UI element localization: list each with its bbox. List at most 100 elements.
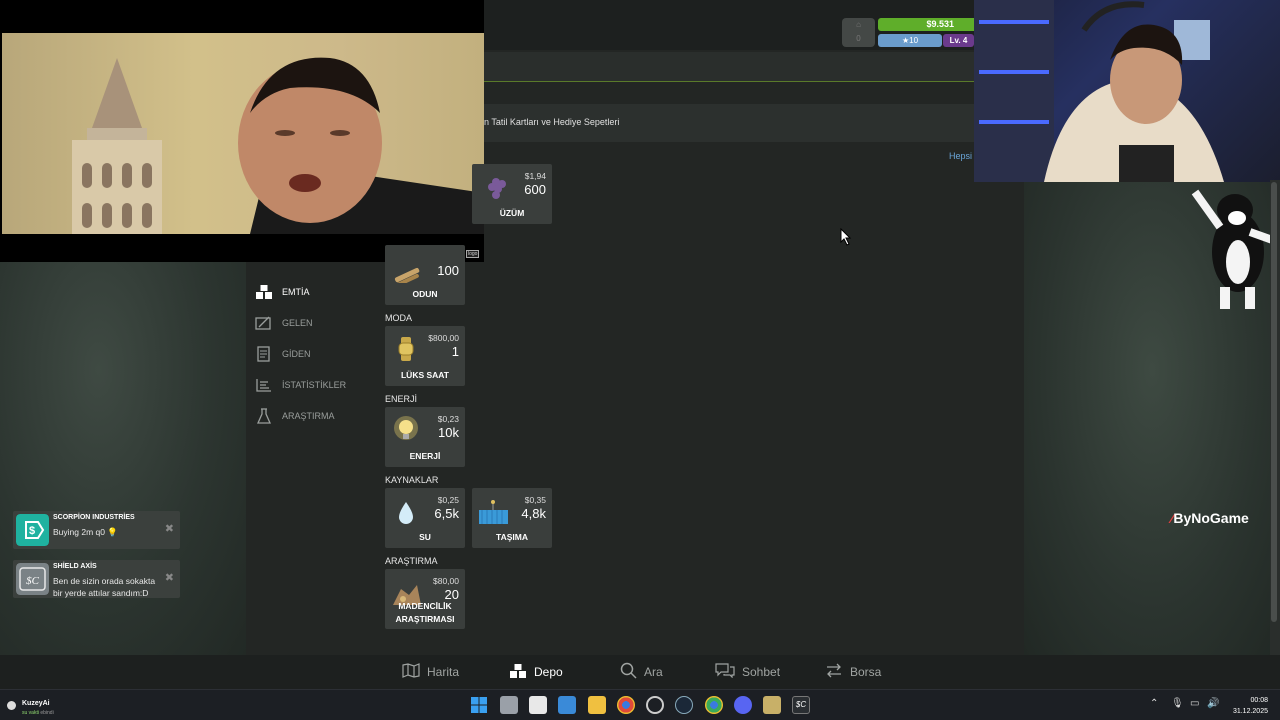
notification-title: SHİELD AXİS <box>53 563 97 570</box>
chrome-profile-icon[interactable] <box>705 696 723 714</box>
sidebar-item-gelen[interactable]: GELEN <box>254 307 374 338</box>
chrome-icon[interactable] <box>617 696 635 714</box>
close-icon[interactable]: ✖ <box>165 522 174 535</box>
card-label: ÜZÜM <box>499 208 525 218</box>
card-price: $0,23 <box>437 414 459 424</box>
chat-icon <box>715 663 735 681</box>
card-su[interactable]: $0,25 6,5k SU <box>385 488 465 548</box>
warehouse-sidebar: EMTİA GELEN GİDEN İSTATİSTİKLER ARAŞTIRM… <box>254 276 374 431</box>
media-player-icon[interactable] <box>763 696 781 714</box>
sidebar-item-giden[interactable]: GİDEN <box>254 338 374 369</box>
taskbar-user-status-main: su vakti <box>22 710 39 716</box>
file-explorer-icon[interactable] <box>588 696 606 714</box>
svg-text:$C: $C <box>26 575 40 587</box>
card-label: TAŞIMA <box>496 532 528 542</box>
scrollbar-thumb[interactable] <box>1271 182 1277 622</box>
sidebar-item-istatistikler[interactable]: İSTATİSTİKLER <box>254 369 374 400</box>
wood-icon <box>394 267 420 283</box>
card-luks-saat[interactable]: $800,00 1 LÜKS SAAT <box>385 326 465 386</box>
flask-icon <box>254 406 274 426</box>
boxes-icon <box>509 663 527 682</box>
game-app-icon[interactable]: $C <box>792 696 810 714</box>
cat-sticker <box>1191 189 1280 309</box>
card-madencilik-arastirmasi[interactable]: $80,00 20 MADENCİLİK ARAŞTIRMASI <box>385 569 465 629</box>
mouse-cursor-icon <box>840 228 852 246</box>
windows-taskbar: KuzeyAi su vakti ebindi $C ⌃ 🎙 ▭ 🔊 00:08… <box>0 689 1280 720</box>
card-qty: 600 <box>524 182 546 197</box>
water-drop-icon <box>399 502 413 524</box>
photos-icon[interactable] <box>558 696 576 714</box>
clock-time: 00:08 <box>1250 697 1268 704</box>
sidebar-item-emtia[interactable]: EMTİA <box>254 276 374 307</box>
card-label-line-2: ARAŞTIRMASI <box>395 614 455 624</box>
taskbar-user-status-suffix: ebindi <box>40 710 54 716</box>
sidebar-label-arastirma: ARAŞTIRMA <box>282 410 335 421</box>
close-icon[interactable]: ✖ <box>165 571 174 584</box>
nav-harita[interactable]: Harita <box>402 655 459 689</box>
navigation-strip <box>484 52 974 82</box>
notification-text-line-2: bir yerde attılar sandım:D <box>53 588 149 598</box>
task-view-icon[interactable] <box>500 696 518 714</box>
card-price: $1,94 <box>524 171 546 181</box>
section-title-moda: MODA <box>385 313 412 323</box>
card-qty: 1 <box>451 344 459 359</box>
lightbulb-icon <box>394 416 418 440</box>
notification-scorpion[interactable]: $ SCORPİON INDUSTRİES Buying 2m q0 💡 ✖ <box>13 511 180 549</box>
card-price: $80,00 <box>433 576 459 586</box>
category-subtitle: n Tatil Kartları ve Hediye Sepetleri <box>484 117 620 127</box>
clock-date: 31.12.2025 <box>1232 708 1268 715</box>
widget-icon[interactable] <box>7 701 16 710</box>
card-price: $800,00 <box>428 333 459 343</box>
steam-icon[interactable] <box>675 696 693 714</box>
exchange-icon <box>825 663 843 681</box>
taskbar-user: KuzeyAi <box>22 700 50 707</box>
dollar-tag-icon: $ <box>16 514 49 546</box>
nav-depo-label: Depo <box>534 665 563 679</box>
obs-icon[interactable] <box>646 696 664 714</box>
card-label-line-1: MADENCİLİK <box>398 601 452 611</box>
nav-borsa[interactable]: Borsa <box>825 655 881 689</box>
microphone-icon[interactable]: 🎙 <box>1171 698 1184 709</box>
view-all-link[interactable]: Hepsi <box>949 151 972 161</box>
video-frame <box>2 33 484 234</box>
card-enerji[interactable]: $0,23 10k ENERJİ <box>385 407 465 467</box>
card-odun[interactable]: 100 ODUN <box>385 245 465 305</box>
nav-ara[interactable]: Ara <box>620 655 663 689</box>
notification-text: Buying 2m q0 💡 <box>53 527 118 537</box>
volume-icon[interactable]: 🔊 <box>1207 698 1219 709</box>
sidebar-label-emtia: EMTİA <box>282 286 310 297</box>
notification-text: Ben de sizin orada sokakta bir yerde attı… <box>53 575 155 599</box>
card-uzum[interactable]: $1,94 600 ÜZÜM <box>472 164 552 224</box>
grape-icon <box>488 178 506 199</box>
card-qty: 4,8k <box>521 506 546 521</box>
container-icon <box>479 500 508 524</box>
card-label: SU <box>419 532 431 542</box>
chevron-up-icon[interactable]: ⌃ <box>1150 698 1158 709</box>
profile-button[interactable]: ⌂ 0 <box>842 18 875 47</box>
taskbar-user-status: su vakti ebindi <box>22 710 54 716</box>
bottom-navigation: Harita Depo Ara Sohbet Borsa <box>0 655 1280 689</box>
svg-text:$: $ <box>29 525 35 537</box>
notification-shield-axis[interactable]: $C SHİELD AXİS Ben de sizin orada sokakt… <box>13 560 180 598</box>
nav-ara-label: Ara <box>644 665 663 679</box>
section-title-kaynaklar: KAYNAKLAR <box>385 475 439 485</box>
system-clock[interactable]: 00:08 31.12.2025 <box>1233 695 1268 717</box>
nav-harita-label: Harita <box>427 665 460 679</box>
nav-sohbet-label: Sohbet <box>742 665 781 679</box>
discord-icon[interactable] <box>734 696 752 714</box>
network-icon[interactable]: ▭ <box>1190 698 1199 709</box>
notification-title: SCORPİON INDUSTRİES <box>53 514 135 521</box>
nav-depo[interactable]: Depo <box>509 655 563 689</box>
video-logo: logo <box>466 250 480 258</box>
stats-icon <box>254 375 274 395</box>
card-qty: 6,5k <box>434 506 459 521</box>
card-price: $0,25 <box>437 495 459 505</box>
nav-sohbet[interactable]: Sohbet <box>715 655 780 689</box>
notepad-icon[interactable] <box>529 696 547 714</box>
card-tasima[interactable]: $0,35 4,8k TAŞIMA <box>472 488 552 548</box>
windows-start-icon[interactable] <box>470 696 488 714</box>
notification-text-line-1: Ben de sizin orada sokakta <box>53 576 156 586</box>
sidebar-item-arastirma[interactable]: ARAŞTIRMA <box>254 400 374 431</box>
sidebar-label-istatistikler: İSTATİSTİKLER <box>282 379 347 390</box>
incoming-icon <box>254 313 274 333</box>
